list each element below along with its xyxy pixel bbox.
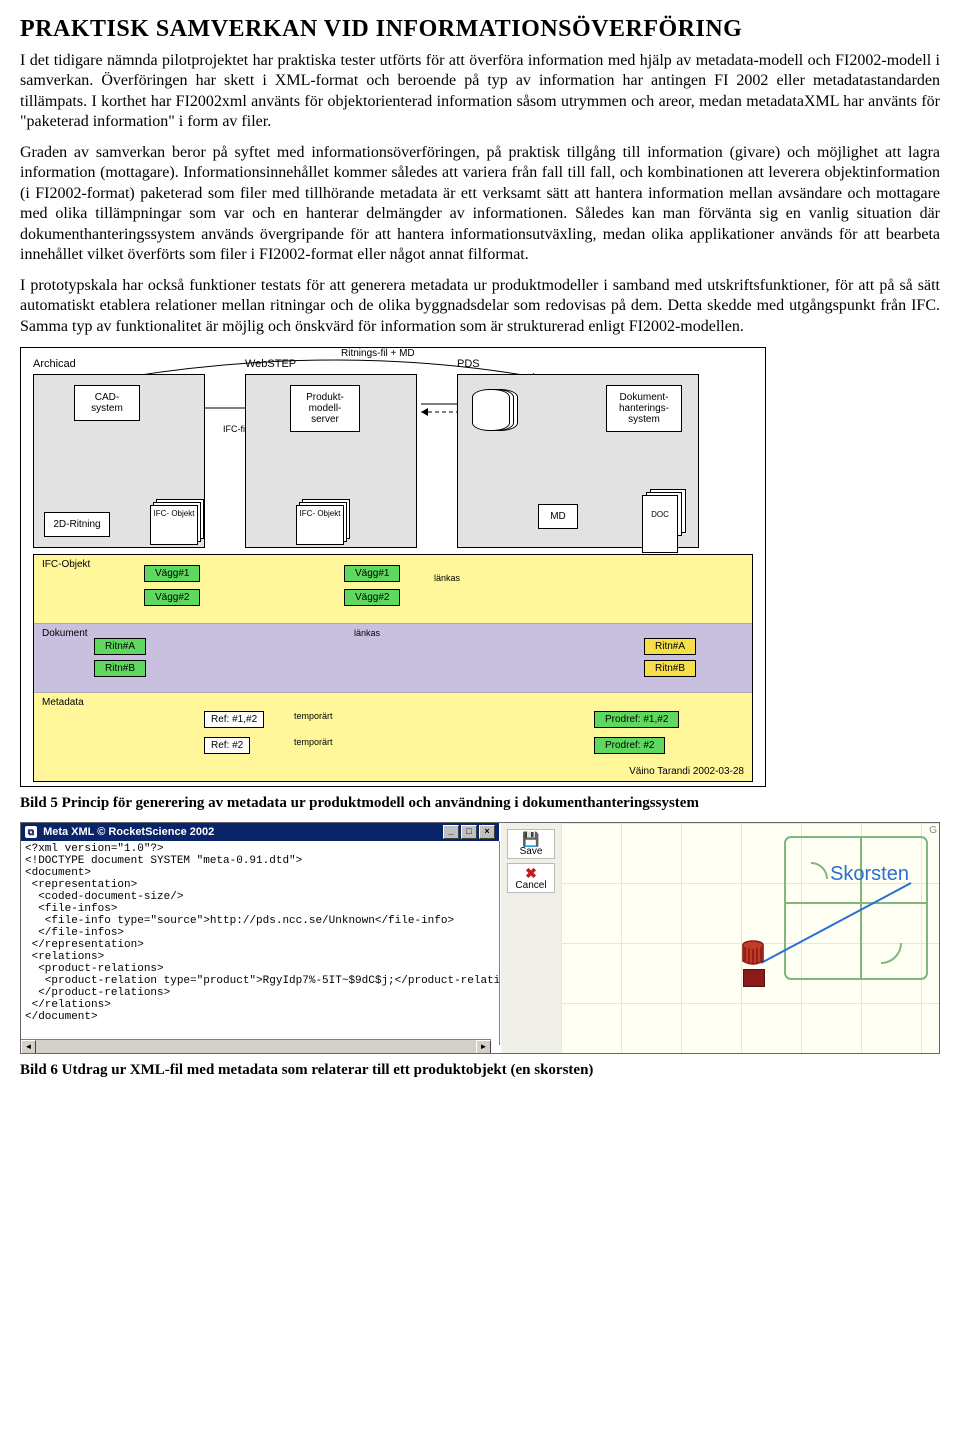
box-vagg2-b: Vägg#2 (344, 589, 400, 606)
app-icon: ⧉ (25, 826, 37, 838)
scroll-right-icon[interactable]: ► (476, 1040, 491, 1054)
credit: Väino Tarandi 2002-03-28 (629, 766, 744, 777)
box-ritn-b-right: Ritn#B (644, 660, 696, 677)
box-vagg1-a: Vägg#1 (144, 565, 200, 582)
paragraph-2: Graden av samverkan beror på syftet med … (20, 143, 940, 266)
diagram-principle-lower: IFC-Objekt Vägg#1 Vägg#2 Vägg#1 Vägg#2 l… (33, 554, 753, 782)
save-icon: 💾 (508, 832, 554, 846)
box-ref12: Ref: #1,#2 (204, 711, 264, 728)
box-ref2: Ref: #2 (204, 737, 250, 754)
label-ifc-objekt-band: IFC-Objekt (42, 559, 90, 570)
caption-bild6: Bild 6 Utdrag ur XML-fil med metadata so… (20, 1062, 940, 1079)
corner-label: G (929, 825, 937, 836)
label-pds: PDS (457, 358, 699, 370)
box-produktserver: Produkt- modell- server (290, 385, 360, 432)
plan-canvas[interactable]: Skorsten (561, 823, 939, 1053)
maximize-button[interactable]: □ (461, 825, 477, 839)
label-temporart-1: temporärt (294, 711, 333, 721)
box-ritn-a-right: Ritn#A (644, 638, 696, 655)
callout-line (761, 879, 931, 969)
panel-webstep: Produkt- modell- server IFC- Objekt (245, 374, 417, 548)
page-heading: PRAKTISK SAMVERKAN VID INFORMATIONSÖVERF… (20, 16, 940, 43)
toolbar: 💾 Save ✖ Cancel (501, 823, 562, 1054)
window-titlebar[interactable]: ⧉ Meta XML © RocketScience 2002 _ □ × (21, 823, 499, 841)
paragraph-3: I prototypskala har också funktioner tes… (20, 276, 940, 337)
box-dok-system: Dokument- hanterings- system (606, 385, 682, 432)
panel-pds: Dokument- hanterings- system MD DOC (457, 374, 699, 548)
diagram-principle-upper: Ritnings-fil + MD Archicad CAD- system 2… (20, 347, 766, 787)
horizontal-scrollbar[interactable]: ◄ ► (21, 1039, 491, 1053)
label-dokument-band: Dokument (42, 628, 88, 639)
chimney-object[interactable] (741, 943, 765, 987)
label-archicad: Archicad (33, 358, 205, 370)
box-prodref12: Prodref: #1,#2 (594, 711, 679, 728)
caption-bild5: Bild 5 Princip för generering av metadat… (20, 795, 940, 812)
label-temporart-2: temporärt (294, 737, 333, 747)
minimize-button[interactable]: _ (443, 825, 459, 839)
label-metadata-band: Metadata (42, 697, 84, 708)
box-ifc-objekt-2: IFC- Objekt (296, 505, 344, 545)
cancel-icon: ✖ (508, 866, 554, 880)
box-ifc-objekt-1: IFC- Objekt (150, 505, 198, 545)
save-button[interactable]: 💾 Save (507, 829, 555, 859)
label-lankas-2: länkas (354, 628, 380, 638)
label-lankas-1: länkas (434, 573, 460, 583)
cancel-button[interactable]: ✖ Cancel (507, 863, 555, 893)
xml-content[interactable]: <?xml version="1.0"?> <!DOCTYPE document… (21, 841, 500, 1045)
box-2d-ritning: 2D-Ritning (44, 512, 110, 537)
scroll-left-icon[interactable]: ◄ (21, 1040, 36, 1054)
window-title: ⧉ Meta XML © RocketScience 2002 (25, 823, 214, 841)
box-ritn-b-left: Ritn#B (94, 660, 146, 677)
box-md: MD (538, 504, 578, 529)
box-prodref2: Prodref: #2 (594, 737, 665, 754)
label-webstep: WebSTEP (245, 358, 417, 370)
box-cad-system: CAD- system (74, 385, 140, 421)
box-ritn-a-left: Ritn#A (94, 638, 146, 655)
box-doc: DOC (642, 495, 678, 553)
screenshot-meta-xml: ⧉ Meta XML © RocketScience 2002 _ □ × <?… (20, 822, 940, 1054)
save-label: Save (520, 846, 543, 857)
box-vagg1-b: Vägg#1 (344, 565, 400, 582)
panel-archicad: CAD- system 2D-Ritning IFC- Objekt (33, 374, 205, 548)
box-vagg2-a: Vägg#2 (144, 589, 200, 606)
label-ifc-fil: IFC-fil (223, 424, 247, 434)
close-button[interactable]: × (479, 825, 495, 839)
paragraph-1: I det tidigare nämnda pilotprojektet har… (20, 51, 940, 133)
cancel-label: Cancel (515, 880, 546, 891)
